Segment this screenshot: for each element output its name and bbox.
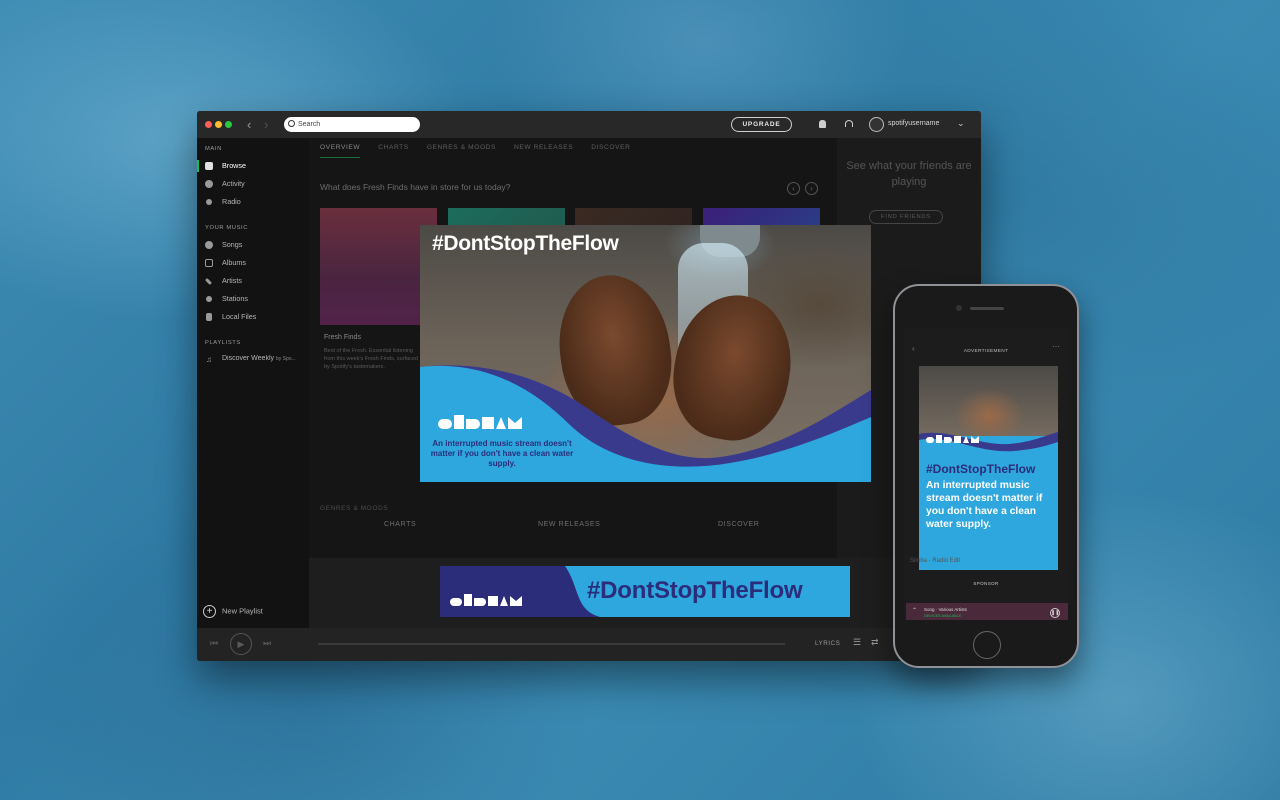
background-track-title: Simba - Radio Edit — [910, 558, 961, 564]
front-camera-icon — [956, 305, 962, 311]
sidebar-item-artists[interactable]: Artists — [197, 273, 309, 289]
maximize-window-button[interactable] — [225, 121, 232, 128]
pause-icon[interactable]: ❚❚ — [1050, 608, 1060, 618]
carousel-next-icon[interactable]: › — [805, 182, 818, 195]
playback-progress-bar[interactable] — [318, 643, 785, 645]
advertisement-overlay[interactable]: #DontStopTheFlow An interrupted music st… — [420, 225, 871, 482]
tab-new-releases[interactable]: NEW RELEASES — [514, 144, 573, 158]
earpiece-speaker — [970, 307, 1004, 310]
sidebar-item-browse[interactable]: Browse — [197, 158, 309, 174]
lyrics-button[interactable]: LYRICS — [815, 640, 840, 647]
local-files-icon — [206, 313, 212, 321]
ad-hashtag: #DontStopTheFlow — [432, 232, 619, 255]
sidebar-playlist-discover-weekly[interactable]: ♫ Discover Weekly by Spo... — [197, 355, 309, 362]
banner-stream-logo — [450, 594, 522, 606]
tab-discover[interactable]: DISCOVER — [591, 144, 630, 158]
shuffle-icon[interactable]: ⇄ — [871, 637, 879, 648]
tab-genres-moods[interactable]: GENRES & MOODS — [427, 144, 496, 158]
queue-icon[interactable]: ☰ — [853, 637, 861, 648]
chevron-down-icon[interactable]: ⌄ — [957, 118, 965, 129]
mobile-phone-mockup: ‹ ADVERTISEMENT ⋯ #DontStopTheFlow An in… — [893, 284, 1079, 668]
banner-hashtag: #DontStopTheFlow — [587, 577, 803, 604]
minimize-window-button[interactable] — [215, 121, 222, 128]
radio-icon — [206, 199, 212, 205]
sidebar-item-radio[interactable]: Radio — [197, 194, 309, 210]
music-note-icon: ♫ — [206, 355, 212, 362]
phone-screen: ‹ ADVERTISEMENT ⋯ #DontStopTheFlow An in… — [904, 328, 1068, 620]
tab-overview[interactable]: OVERVIEW — [320, 144, 361, 158]
plus-icon: + — [203, 605, 216, 618]
sidebar-item-stations[interactable]: Stations — [197, 291, 309, 307]
status-bar — [904, 328, 1068, 338]
tile-description: Best of the Fresh. Essential listening f… — [324, 348, 418, 370]
title-bar: ‹ › Search UPGRADE spotifyusername ⌄ — [197, 111, 981, 138]
user-avatar[interactable] — [869, 117, 884, 132]
close-window-button[interactable] — [205, 121, 212, 128]
carousel-prev-icon[interactable]: ‹ — [787, 182, 800, 195]
now-playing-bar[interactable]: ⌃ Song · Various Artists DEVICES AVAILAB… — [906, 603, 1068, 620]
phone-stream-logo — [926, 435, 979, 443]
upgrade-button[interactable]: UPGRADE — [731, 117, 792, 132]
albums-icon — [205, 259, 213, 267]
previous-track-icon[interactable]: ⏮ — [210, 638, 218, 649]
ad-banner[interactable]: #DontStopTheFlow — [440, 566, 850, 617]
new-playlist-button[interactable]: + New Playlist — [203, 605, 263, 618]
search-icon — [288, 120, 295, 127]
notifications-bell-icon[interactable] — [819, 120, 826, 128]
stations-icon — [206, 296, 212, 302]
more-options-icon[interactable]: ⋯ — [1052, 342, 1060, 351]
advertisement-label: ADVERTISEMENT — [963, 349, 1009, 354]
sidebar-item-activity[interactable]: Activity — [197, 176, 309, 192]
browse-tabs: OVERVIEW CHARTS GENRES & MOODS NEW RELEA… — [320, 144, 631, 158]
back-arrow-icon[interactable]: ‹ — [247, 117, 251, 132]
sidebar-item-songs[interactable]: Songs — [197, 237, 309, 253]
stream-logo — [438, 415, 522, 429]
tile-title[interactable]: Fresh Finds — [324, 334, 361, 341]
now-playing-title: Song · Various Artists — [924, 607, 967, 612]
ad-copy-text: An interrupted music stream doesn't matt… — [430, 439, 574, 468]
sidebar: MAIN Browse Activity Radio YOUR MUSIC So… — [197, 138, 309, 628]
sponsor-label: SPONSOR — [973, 581, 999, 586]
section-label-your-music: YOUR MUSIC — [205, 225, 249, 231]
username-label[interactable]: spotifyusername — [888, 120, 939, 127]
play-button[interactable]: ▶ — [230, 633, 252, 655]
category-new-releases[interactable]: NEW RELEASES — [538, 521, 600, 528]
find-friends-button[interactable]: FIND FRIENDS — [869, 210, 943, 224]
chevron-up-icon[interactable]: ⌃ — [912, 607, 917, 614]
artists-microphone-icon — [204, 277, 213, 286]
category-charts[interactable]: CHARTS — [384, 521, 416, 528]
browse-icon — [205, 162, 213, 170]
category-discover[interactable]: DISCOVER — [718, 521, 759, 528]
home-button[interactable] — [973, 631, 1001, 659]
section-label-playlists: PLAYLISTS — [205, 340, 241, 346]
sidebar-item-albums[interactable]: Albums — [197, 255, 309, 271]
songs-icon — [205, 241, 213, 249]
player-bar: ⏮ ▶ ⏭ LYRICS ☰ ⇄ — [197, 628, 981, 661]
next-track-icon[interactable]: ⏭ — [263, 638, 271, 649]
search-input[interactable]: Search — [284, 117, 420, 132]
tab-charts[interactable]: CHARTS — [378, 144, 409, 158]
devices-available-label: DEVICES AVAILABLE — [924, 614, 962, 618]
devices-headphones-icon[interactable] — [845, 120, 853, 127]
section-headline: What does Fresh Finds have in store for … — [320, 182, 511, 192]
activity-icon — [205, 180, 213, 188]
phone-ad-copy: An interrupted music stream doesn't matt… — [926, 480, 1043, 530]
phone-ad-hashtag: #DontStopTheFlow — [926, 462, 1036, 476]
genres-moods-heading: GENRES & MOODS — [320, 505, 389, 512]
friends-prompt: See what your friends are playing — [846, 160, 972, 188]
forward-arrow-icon[interactable]: › — [264, 117, 268, 132]
sidebar-item-local-files[interactable]: Local Files — [197, 309, 309, 325]
section-label-main: MAIN — [205, 146, 222, 152]
